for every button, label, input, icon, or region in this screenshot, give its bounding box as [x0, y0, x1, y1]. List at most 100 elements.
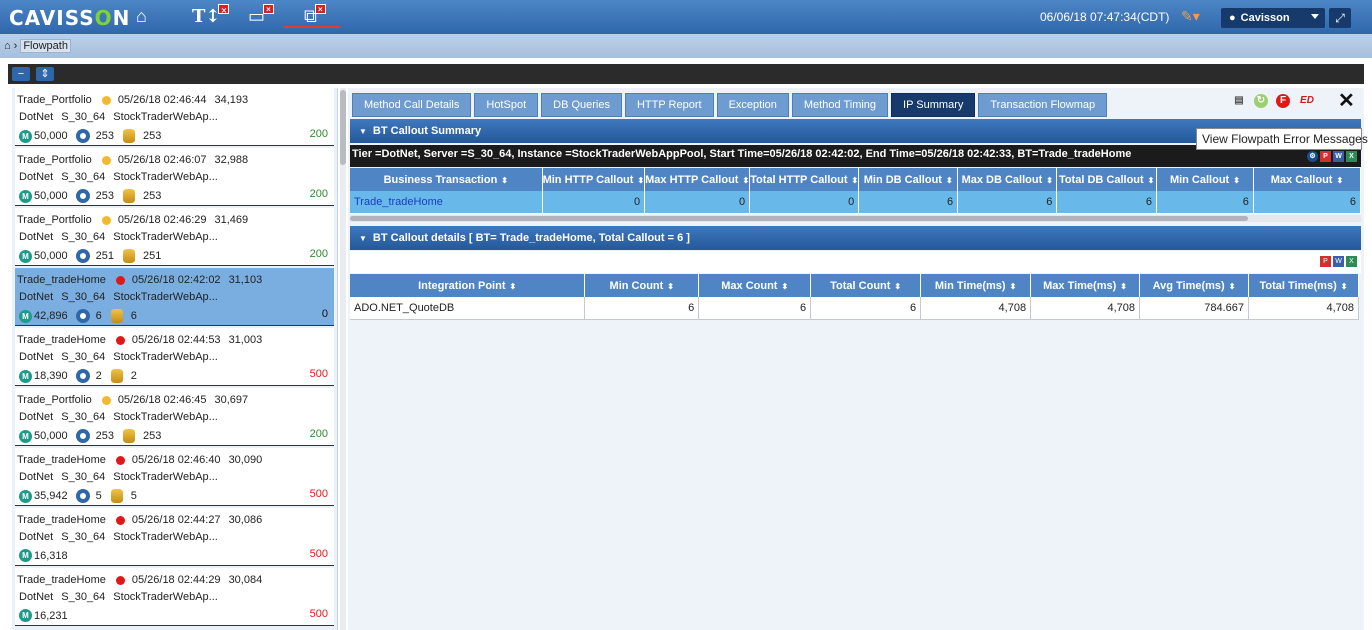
sort-icon[interactable]: ⬍: [501, 176, 508, 185]
flowpath-card[interactable]: Trade_tradeHome 05/26/18 02:44:27 30,086 Do…: [15, 508, 334, 566]
pdf-export-icon[interactable]: P: [1320, 151, 1331, 162]
document-icon[interactable]: ▤: [1232, 94, 1246, 108]
word-export-icon[interactable]: W: [1333, 151, 1344, 162]
table-row[interactable]: ADO.NET_QuoteDB 6 6 6 4,708 4,708 784.667 4,708: [350, 297, 1360, 320]
flowpath-card[interactable]: Trade_Portfolio 05/26/18 02:46:45 30,697 Do…: [15, 388, 334, 446]
column-header[interactable]: Max HTTP Callout ⬍: [644, 168, 751, 191]
sort-icon[interactable]: ⬍: [742, 176, 749, 185]
flowpath-card[interactable]: Trade_tradeHome 05/26/18 02:44:53 31,003 Do…: [15, 328, 334, 386]
start-time: 05/26/18 02:46:29: [117, 214, 207, 226]
flowpath-id: 31,469: [214, 214, 249, 226]
expand-icon[interactable]: ⤢: [1329, 8, 1351, 28]
column-header[interactable]: Max Time(ms) ⬍: [1030, 274, 1141, 297]
column-header[interactable]: Total HTTP Callout ⬍: [749, 168, 860, 191]
table-cell: 6: [810, 297, 922, 320]
close-icon[interactable]: ×: [314, 4, 326, 14]
sort-icon[interactable]: ⬍: [1120, 282, 1127, 291]
summary-hscrollbar[interactable]: [350, 215, 1361, 222]
sort-icon[interactable]: ⬍: [1233, 176, 1240, 185]
column-header[interactable]: Max DB Callout ⬍: [957, 168, 1058, 191]
column-header[interactable]: Integration Point ⬍: [350, 274, 586, 297]
word-export-icon[interactable]: W: [1333, 256, 1344, 267]
sort-icon[interactable]: ⬍: [1010, 282, 1017, 291]
close-icon[interactable]: ×: [263, 4, 275, 14]
excel-export-icon[interactable]: X: [1346, 256, 1357, 267]
sort-icon[interactable]: ⬍: [1341, 282, 1348, 291]
tab-method-call-details[interactable]: Method Call Details: [352, 93, 472, 117]
flowpath-id: 32,988: [214, 154, 249, 166]
tab-db-queries[interactable]: DB Queries: [541, 93, 622, 117]
panel-tools: ▤ ↻ F ED: [1232, 94, 1316, 108]
sort-button[interactable]: ⇕: [36, 67, 54, 81]
chevron-down-icon: [1311, 14, 1319, 19]
sort-icon[interactable]: ⬍: [894, 282, 901, 291]
column-header[interactable]: Min HTTP Callout ⬍: [542, 168, 646, 191]
column-header[interactable]: Min DB Callout ⬍: [858, 168, 959, 191]
sort-icon[interactable]: ⬍: [667, 282, 674, 291]
flowpath-error-icon[interactable]: F: [1276, 94, 1290, 108]
instance-name: StockTraderWebAp...: [113, 411, 218, 423]
user-menu-button[interactable]: ● Cavisson: [1221, 8, 1325, 28]
sort-icon[interactable]: ⬍: [946, 176, 953, 185]
column-label: Min DB Callout: [863, 173, 942, 186]
collapse-button[interactable]: −: [12, 67, 30, 81]
home-icon[interactable]: ⌂: [4, 40, 11, 52]
flowpath-card[interactable]: Trade_Portfolio 05/26/18 02:46:44 34,193 Do…: [15, 88, 334, 146]
column-header[interactable]: Min Time(ms) ⬍: [920, 274, 1032, 297]
close-icon[interactable]: ×: [218, 4, 230, 15]
sort-icon[interactable]: ⬍: [637, 176, 644, 185]
column-header[interactable]: Total DB Callout ⬍: [1056, 168, 1157, 191]
excel-export-icon[interactable]: X: [1346, 151, 1357, 162]
tab-ip-summary[interactable]: IP Summary: [891, 93, 976, 117]
sort-icon[interactable]: ⬍: [1229, 282, 1236, 291]
sort-icon[interactable]: ⬍: [1336, 176, 1343, 185]
column-header[interactable]: Min Callout ⬍: [1156, 168, 1254, 191]
sort-icon[interactable]: ⬍: [510, 282, 517, 291]
refresh-icon[interactable]: ↻: [1254, 94, 1268, 108]
tab-method-timing[interactable]: Method Timing: [791, 93, 889, 117]
column-label: Max Callout: [1270, 173, 1333, 186]
flowpath-card[interactable]: Trade_Portfolio 05/26/18 02:46:07 32,988 Do…: [15, 148, 334, 206]
flowpath-card[interactable]: Trade_tradeHome 05/26/18 02:44:29 30,084 Do…: [15, 568, 334, 626]
tab-transaction-flowmap[interactable]: Transaction Flowmap: [978, 93, 1108, 117]
table-cell[interactable]: Trade_tradeHome: [350, 191, 543, 214]
ed-icon[interactable]: ED: [1298, 94, 1316, 108]
monitor-icon[interactable]: ▭ ×: [248, 4, 275, 27]
column-header[interactable]: Max Count ⬍: [698, 274, 812, 297]
list-scrollbar[interactable]: [340, 88, 346, 630]
flowpath-card[interactable]: Trade_tradeHome 05/26/18 02:46:40 30,090 Do…: [15, 448, 334, 506]
response-time: 50,000: [34, 250, 68, 262]
theme-brush-icon[interactable]: ✎▾: [1181, 8, 1200, 25]
sort-icon[interactable]: ⬍: [852, 176, 859, 185]
table-row[interactable]: Trade_tradeHome 0 0 0 6 6 6 6 6: [350, 191, 1362, 214]
close-icon[interactable]: ✕: [1338, 88, 1355, 113]
sort-icon[interactable]: ⬍: [781, 282, 788, 291]
breadcrumb-flowpath[interactable]: Flowpath: [20, 39, 71, 53]
sort-icon[interactable]: ⬍: [1148, 176, 1155, 185]
column-header[interactable]: Min Count ⬍: [584, 274, 700, 297]
scrollbar-thumb[interactable]: [340, 90, 346, 165]
network-callouts: 251: [95, 250, 115, 262]
column-header[interactable]: Business Transaction ⬍: [350, 168, 543, 191]
sort-icon[interactable]: ⬍: [1046, 176, 1053, 185]
column-header[interactable]: Max Callout ⬍: [1253, 168, 1362, 191]
flowpath-card[interactable]: Trade_Portfolio 05/26/18 02:46:29 31,469 Do…: [15, 208, 334, 266]
server-name: S_30_64: [61, 591, 106, 603]
tab-exception[interactable]: Exception: [716, 93, 789, 117]
text-tool-icon[interactable]: T↕ ×: [192, 4, 230, 27]
windows-icon[interactable]: ⧉ ×: [304, 4, 326, 27]
column-header[interactable]: Total Count ⬍: [810, 274, 922, 297]
tab-http-report[interactable]: HTTP Report: [624, 93, 714, 117]
flowpath-list[interactable]: Trade_Portfolio 05/26/18 02:46:44 34,193 Do…: [12, 88, 338, 630]
tab-hotspot[interactable]: HotSpot: [474, 93, 539, 117]
scrollbar-thumb[interactable]: [350, 216, 1248, 221]
flowpath-card[interactable]: Trade_tradeHome 05/26/18 02:42:02 31,103 Do…: [15, 268, 334, 326]
response-time-icon: M: [19, 249, 32, 263]
column-header[interactable]: Avg Time(ms) ⬍: [1139, 274, 1249, 297]
network-callouts: 253: [95, 430, 115, 442]
column-header[interactable]: Total Time(ms) ⬍: [1248, 274, 1360, 297]
bt-callout-details-header[interactable]: ▼ BT Callout details [ BT= Trade_tradeHom…: [350, 226, 1361, 250]
home-icon[interactable]: ⌂: [136, 5, 147, 27]
pdf-export-icon[interactable]: P: [1320, 256, 1331, 267]
settings-icon[interactable]: ⚙: [1307, 151, 1318, 162]
